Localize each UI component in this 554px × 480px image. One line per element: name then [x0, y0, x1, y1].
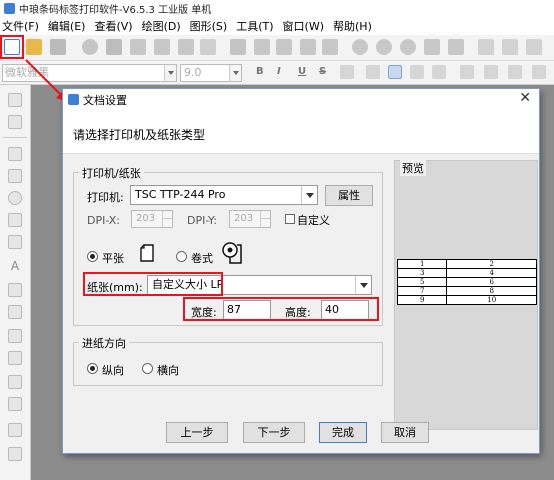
preview-cell: 5 [396, 277, 448, 287]
dialog-header: 请选择打印机及纸张类型 [63, 110, 539, 154]
dpiy-label: DPI-Y: [187, 214, 217, 227]
roll-radio[interactable] [176, 251, 187, 262]
roll-label: 卷式 [191, 252, 213, 265]
preview-cell: 6 [446, 277, 537, 287]
custom-dpi-label: 自定义 [297, 214, 330, 227]
custom-dpi-checkbox[interactable] [285, 214, 295, 224]
spin-arrows-icon[interactable] [260, 211, 270, 227]
printer-select[interactable]: TSC TTP-244 Pro [130, 185, 318, 205]
portrait-label: 纵向 [102, 364, 124, 377]
table-row: 9 10 [396, 295, 537, 305]
chevron-down-icon[interactable] [355, 276, 371, 294]
preview-cell: 3 [396, 268, 448, 278]
preview-cell: 2 [446, 259, 537, 269]
sheet-paper-icon [140, 244, 154, 262]
dialog-header-text: 请选择打印机及纸张类型 [73, 128, 206, 142]
dpix-stepper[interactable]: 203 [131, 210, 173, 228]
table-row: 3 4 [396, 268, 537, 278]
portrait-radio[interactable] [87, 363, 98, 374]
preview-cell: 1 [396, 259, 448, 269]
highlight-paper-size [83, 272, 223, 296]
properties-button[interactable]: 属性 [325, 185, 373, 206]
preview-cell: 8 [446, 286, 537, 296]
preview-cell: 7 [396, 286, 448, 296]
printer-value: TSC TTP-244 Pro [135, 188, 226, 201]
printer-paper-group-label: 打印机/纸张 [79, 165, 144, 181]
preview-cell: 10 [446, 295, 537, 305]
highlight-dimensions [183, 297, 379, 321]
feed-direction-label: 进纸方向 [79, 335, 129, 351]
dialog-titlebar: 文档设置 ✕ [63, 89, 539, 110]
roll-paper-icon [222, 242, 242, 264]
finish-button[interactable]: 完成 [319, 422, 367, 443]
sheet-label: 平张 [102, 252, 124, 265]
preview-cell: 4 [446, 268, 537, 278]
close-icon[interactable]: ✕ [519, 90, 531, 106]
dpiy-stepper[interactable]: 203 [229, 210, 271, 228]
chevron-down-icon[interactable] [301, 186, 317, 204]
dialog-title: 文档设置 [83, 93, 127, 107]
preview-cell: 9 [396, 295, 448, 305]
dpix-value: 203 [136, 213, 156, 224]
next-button[interactable]: 下一步 [243, 422, 305, 443]
cancel-button[interactable]: 取消 [381, 422, 429, 443]
table-row: 1 2 [396, 259, 537, 269]
spin-arrows-icon[interactable] [162, 211, 172, 227]
preview-label: 预览 [400, 160, 426, 176]
table-row: 5 6 [396, 277, 537, 287]
prev-button[interactable]: 上一步 [166, 422, 228, 443]
dpix-label: DPI-X: [87, 214, 121, 227]
dpiy-value: 203 [234, 213, 254, 224]
table-row: 7 8 [396, 286, 537, 296]
landscape-radio[interactable] [142, 363, 153, 374]
preview-label-grid: 1 2 3 4 5 6 7 8 9 10 [396, 259, 537, 305]
landscape-label: 横向 [157, 364, 179, 377]
printer-label: 打印机: [87, 191, 124, 204]
preview-panel: 预览 1 2 3 4 5 6 7 8 9 10 [394, 160, 538, 430]
dialog-app-icon [68, 94, 79, 105]
sheet-radio[interactable] [87, 251, 98, 262]
document-settings-dialog: 文档设置 ✕ 请选择打印机及纸张类型 打印机/纸张 打印机: TSC TTP-2… [62, 88, 540, 454]
